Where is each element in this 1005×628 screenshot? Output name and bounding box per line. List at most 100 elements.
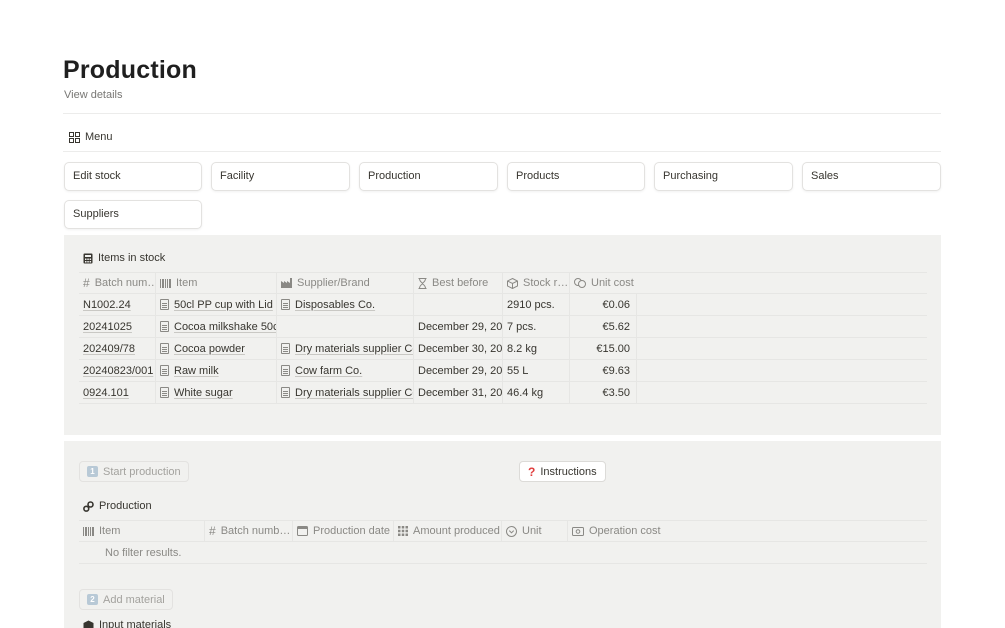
column-batch-number[interactable]: # Batch numb… [205, 521, 293, 541]
item-cell[interactable]: Raw milk [156, 360, 277, 381]
column-item[interactable]: Item [156, 273, 277, 293]
column-item[interactable]: Item [79, 521, 205, 541]
column-best-before[interactable]: Best before [414, 273, 503, 293]
calendar-icon [297, 526, 308, 536]
stock-cell[interactable]: 8.2 kg [503, 338, 570, 359]
table-row[interactable]: 20240823/001 Raw milk Cow farm Co. Decem… [79, 360, 927, 382]
start-production-button[interactable]: 1 Start production [79, 461, 189, 482]
page-icon [281, 299, 290, 310]
column-unit-cost[interactable]: Unit cost [570, 273, 637, 293]
batch-cell[interactable]: 20240823/001 [79, 360, 156, 381]
suppliers-button[interactable]: Suppliers [64, 200, 202, 229]
products-button[interactable]: Products [507, 162, 645, 191]
facility-button[interactable]: Facility [211, 162, 350, 191]
unit-cost-cell[interactable]: €3.50 [570, 382, 637, 403]
coins-icon [574, 278, 586, 288]
banknote-icon [572, 526, 584, 536]
page-title: Production [63, 56, 197, 84]
supplier-cell[interactable]: Disposables Co. [277, 294, 414, 315]
add-material-button[interactable]: 2 Add material [79, 589, 173, 610]
best-before-cell[interactable]: December 30, 202 [414, 338, 503, 359]
unit-cost-cell[interactable]: €0.06 [570, 294, 637, 315]
no-results-text: No filter results. [105, 547, 182, 559]
page-icon [281, 343, 290, 354]
table-row[interactable]: 20241025 Cocoa milkshake 50cl December 2… [79, 316, 927, 338]
page-icon [281, 387, 290, 398]
instructions-button[interactable]: ? Instructions [519, 461, 606, 482]
sales-button[interactable]: Sales [802, 162, 941, 191]
column-amount-produced[interactable]: Amount produced [394, 521, 502, 541]
grid-icon [69, 131, 80, 143]
stock-cell[interactable]: 2910 pcs. [503, 294, 570, 315]
unit-cost-cell[interactable]: €9.63 [570, 360, 637, 381]
divider [63, 151, 941, 152]
page-icon [160, 343, 169, 354]
edit-stock-button[interactable]: Edit stock [64, 162, 202, 191]
hourglass-icon [418, 277, 427, 289]
number-one-icon: 1 [87, 466, 98, 477]
column-operation-cost[interactable]: Operation cost [568, 521, 927, 541]
table-row[interactable]: N1002.24 50cl PP cup with Lid Disposable… [79, 294, 927, 316]
menu-label: Menu [85, 131, 113, 143]
factory-icon [281, 278, 292, 288]
best-before-cell[interactable]: December 29, 202 [414, 360, 503, 381]
column-supplier-brand[interactable]: Supplier/Brand [277, 273, 414, 293]
number-two-icon: 2 [87, 594, 98, 605]
supplier-cell[interactable]: Dry materials supplier Co. [277, 338, 414, 359]
best-before-cell[interactable] [414, 294, 503, 315]
column-production-date[interactable]: Production date [293, 521, 394, 541]
supplier-cell[interactable]: Cow farm Co. [277, 360, 414, 381]
item-cell[interactable]: 50cl PP cup with Lid [156, 294, 277, 315]
gears-icon [83, 500, 94, 512]
page-icon [160, 299, 169, 310]
box-icon [507, 277, 518, 289]
column-unit[interactable]: Unit [502, 521, 568, 541]
batch-cell[interactable]: 202409/78 [79, 338, 156, 359]
unit-cost-cell[interactable]: €5.62 [570, 316, 637, 337]
production-title: Production [99, 500, 152, 512]
stock-section-title: Items in stock [83, 252, 165, 264]
supplier-cell[interactable] [277, 316, 414, 337]
stock-table-header: # Batch num… Item Supplier/Brand Best be… [79, 272, 927, 294]
stock-cell[interactable]: 55 L [503, 360, 570, 381]
hash-icon: # [83, 276, 90, 290]
stock-table: # Batch num… Item Supplier/Brand Best be… [79, 272, 927, 406]
supplier-cell[interactable]: Dry materials supplier Co. [277, 382, 414, 403]
best-before-cell[interactable]: December 29, 202 [414, 316, 503, 337]
page: Production View details Menu Edit stock … [0, 0, 1005, 628]
page-subtitle[interactable]: View details [64, 89, 123, 101]
input-materials-title: Input materials [83, 619, 171, 628]
hash-icon: # [209, 524, 216, 538]
batch-cell[interactable]: 20241025 [79, 316, 156, 337]
barcode-icon [160, 278, 171, 288]
stock-panel: Items in stock # Batch num… Item Supplie… [64, 235, 941, 435]
unit-cost-cell[interactable]: €15.00 [570, 338, 637, 359]
production-panel: 1 Start production ? Instructions Produc… [64, 441, 941, 628]
batch-cell[interactable]: 0924.101 [79, 382, 156, 403]
page-icon [160, 387, 169, 398]
page-icon [281, 365, 290, 376]
production-button[interactable]: Production [359, 162, 498, 191]
purchasing-button[interactable]: Purchasing [654, 162, 793, 191]
select-circle-icon [506, 525, 517, 537]
production-table-header: Item # Batch numb… Production date Amoun… [79, 520, 927, 542]
stock-title: Items in stock [98, 252, 166, 264]
column-stock[interactable]: Stock r… [503, 273, 570, 293]
item-cell[interactable]: Cocoa milkshake 50cl [156, 316, 277, 337]
column-batch-number[interactable]: # Batch num… [79, 273, 156, 293]
box-icon [83, 620, 94, 628]
best-before-cell[interactable]: December 31, 202 [414, 382, 503, 403]
empty-row: No filter results. [79, 542, 927, 564]
table-row[interactable]: 0924.101 White sugar Dry materials suppl… [79, 382, 927, 404]
menu-heading: Menu [69, 131, 113, 143]
item-cell[interactable]: Cocoa powder [156, 338, 277, 359]
production-table: Item # Batch numb… Production date Amoun… [79, 520, 927, 566]
question-mark-icon: ? [528, 464, 536, 479]
divider [63, 113, 941, 114]
stock-cell[interactable]: 7 pcs. [503, 316, 570, 337]
batch-cell[interactable]: N1002.24 [79, 294, 156, 315]
item-cell[interactable]: White sugar [156, 382, 277, 403]
page-icon [160, 321, 169, 332]
stock-cell[interactable]: 46.4 kg [503, 382, 570, 403]
table-row[interactable]: 202409/78 Cocoa powder Dry materials sup… [79, 338, 927, 360]
